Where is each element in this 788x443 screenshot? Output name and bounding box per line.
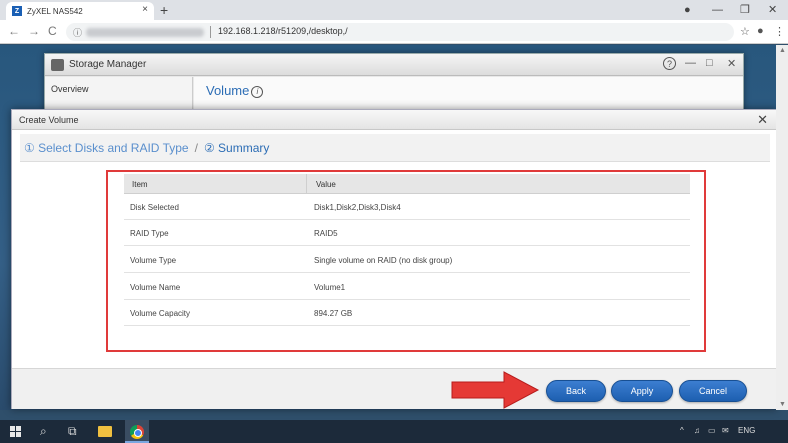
url-text: 192.168.1.218/r51209,/desktop,/ [218,26,348,36]
back-arrow-icon[interactable]: ← [8,24,20,38]
account-icon[interactable]: ● [757,25,764,37]
window-restore-button[interactable]: ❐ [740,2,750,18]
storage-manager-title: Storage Manager [69,59,147,70]
notification-icon[interactable]: ✉ [722,426,729,435]
help-icon[interactable]: ? [663,57,676,70]
file-explorer-icon[interactable] [98,426,112,437]
storage-manager-titlebar[interactable]: Storage Manager ? — □ ✕ [45,54,743,76]
sm-maximize-button[interactable]: □ [706,57,713,69]
site-info-icon[interactable]: ⓘ [73,26,82,39]
url-separator [210,26,211,38]
network-icon[interactable]: ▭ [708,426,716,435]
cancel-button[interactable]: Cancel [679,380,747,402]
wizard-steps: ① Select Disks and RAID Type / ② Summary [20,134,770,162]
scroll-down-icon[interactable]: ▼ [779,401,786,408]
url-input[interactable]: ⓘ 192.168.1.218/r51209,/desktop,/ [66,23,734,41]
window-minimize-button[interactable]: — [712,2,723,18]
step-separator: / [194,141,198,155]
back-button[interactable]: Back [546,380,606,402]
tab-close-icon[interactable]: × [142,4,148,15]
volume-section-title: Volume i [206,83,264,98]
browser-menu-icon[interactable]: ⋮ [774,25,785,38]
speaker-icon[interactable]: ♫ [694,426,700,435]
dialog-close-icon[interactable]: ✕ [757,112,768,128]
blurred-credentials [86,28,204,37]
chrome-icon[interactable] [130,425,144,439]
search-icon[interactable]: ⌕ [40,424,47,438]
language-indicator[interactable]: ENG [738,426,755,435]
sm-minimize-button[interactable]: — [685,57,696,69]
summary-highlight-box [106,170,706,352]
dialog-footer: Back Apply Cancel [12,368,776,409]
reload-icon[interactable]: C [48,24,57,38]
windows-taskbar: ⌕ ⧉ ^ ♫ ▭ ✉ ENG [0,420,788,443]
tray-chevron-icon[interactable]: ^ [680,426,684,435]
hard-drive-icon [51,59,64,71]
browser-address-bar: ← → C ⓘ 192.168.1.218/r51209,/desktop,/ … [0,20,788,44]
browser-tab-bar: Z ZyXEL NAS542 × + ● — ❐ ✕ [0,0,788,20]
windows-start-icon[interactable] [10,426,21,437]
task-view-icon[interactable]: ⧉ [68,424,77,438]
dialog-title: Create Volume [19,115,79,125]
step-summary: ② Summary [203,141,270,155]
window-close-button[interactable]: ✕ [768,2,777,18]
bookmark-star-icon[interactable]: ☆ [740,25,750,38]
sidebar-item-overview[interactable]: Overview [51,84,89,94]
info-icon[interactable]: i [251,85,264,98]
browser-tab[interactable]: Z ZyXEL NAS542 × [6,2,154,20]
record-icon[interactable]: ● [684,2,691,18]
step-select-disks[interactable]: ① Select Disks and RAID Type [24,141,189,155]
tab-title: ZyXEL NAS542 [27,6,83,16]
volume-title-text: Volume [206,83,250,98]
zyxel-favicon-icon: Z [12,6,22,16]
page-scrollbar[interactable]: ▲ ▼ [776,45,788,410]
forward-arrow-icon[interactable]: → [28,24,40,38]
red-arrow-icon [451,371,540,409]
new-tab-button[interactable]: + [160,2,168,18]
sm-close-button[interactable]: ✕ [727,57,736,70]
apply-button[interactable]: Apply [611,380,673,402]
dialog-titlebar[interactable]: Create Volume ✕ [12,110,776,130]
scroll-up-icon[interactable]: ▲ [779,47,786,54]
